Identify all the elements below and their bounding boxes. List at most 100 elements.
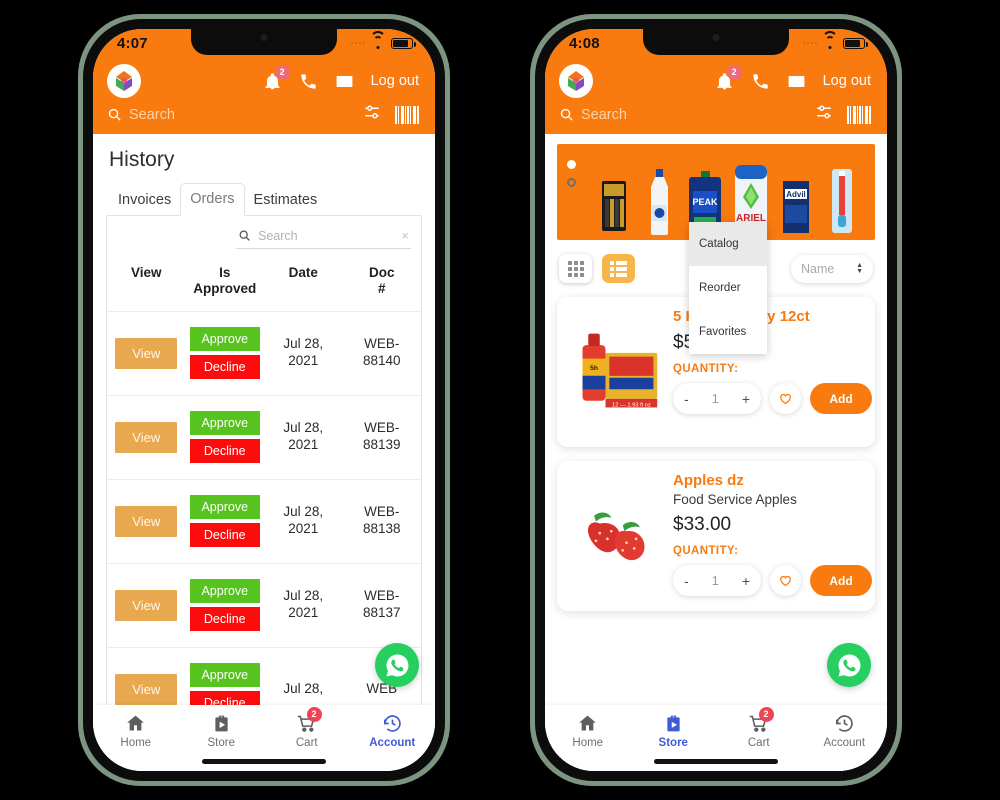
- dropdown-item-favorites[interactable]: Favorites: [689, 310, 767, 354]
- notch-right: [643, 29, 789, 55]
- increment-button[interactable]: +: [742, 391, 750, 407]
- view-button[interactable]: View: [115, 589, 178, 621]
- add-to-cart-button[interactable]: Add: [810, 565, 872, 596]
- screenshot-stage: 4:07 2 Log out Search History Invoices O…: [0, 0, 1000, 800]
- logout-button[interactable]: Log out: [371, 73, 419, 89]
- app-logo-icon[interactable]: [559, 64, 593, 98]
- decline-button[interactable]: Decline: [189, 355, 260, 380]
- barcode-icon[interactable]: [846, 105, 871, 124]
- view-button[interactable]: View: [115, 337, 178, 369]
- view-button[interactable]: View: [115, 421, 178, 453]
- heart-icon[interactable]: [770, 383, 801, 414]
- table-body: View Approve Decline Jul 28, 2021 WEB- 88140 Vi…: [107, 312, 421, 732]
- date-text: Jul 28, 2021: [283, 420, 324, 453]
- quantity-stepper[interactable]: - 1 +: [673, 383, 761, 414]
- home-icon: [579, 715, 597, 731]
- status-clock: 4:07: [117, 34, 148, 52]
- decline-button[interactable]: Decline: [189, 439, 260, 464]
- battery-icon: [391, 37, 416, 49]
- table-search-row: Search ×: [107, 216, 421, 249]
- approve-button[interactable]: Approve: [189, 327, 260, 352]
- banner-bullet-1[interactable]: [567, 160, 576, 169]
- svg-text:Advil: Advil: [787, 190, 807, 199]
- approve-button[interactable]: Approve: [189, 495, 260, 520]
- phone-screen-left: 4:07 2 Log out Search History Invoices O…: [93, 29, 435, 771]
- quantity-stepper[interactable]: - 1 +: [673, 565, 761, 596]
- tabbar-item-store[interactable]: Store: [179, 713, 265, 749]
- tabbar-label-account: Account: [369, 737, 416, 749]
- sliders-icon[interactable]: [362, 103, 382, 126]
- barcode-icon[interactable]: [394, 105, 419, 124]
- phone-icon[interactable]: [751, 72, 770, 91]
- logout-button[interactable]: Log out: [823, 73, 871, 89]
- cell-date: Jul 28, 2021: [264, 588, 343, 622]
- clear-search-icon[interactable]: ×: [401, 228, 409, 243]
- increment-button[interactable]: +: [742, 573, 750, 589]
- approve-button[interactable]: Approve: [189, 411, 260, 436]
- approve-button[interactable]: Approve: [189, 663, 260, 688]
- store-icon: [667, 715, 680, 732]
- heart-icon[interactable]: [770, 565, 801, 596]
- signal-icon: [350, 41, 365, 45]
- phone-bezel-left: 4:07 2 Log out Search History Invoices O…: [83, 19, 445, 781]
- orders-table: Search × View Is Approved Date Doc # Vie…: [106, 215, 422, 733]
- tab-invoices[interactable]: Invoices: [109, 185, 180, 216]
- cell-view: View: [107, 337, 186, 369]
- banner-pagination[interactable]: [567, 160, 576, 196]
- tabbar-item-account[interactable]: Account: [350, 713, 436, 749]
- header-search-placeholder: Search: [581, 106, 627, 123]
- app-logo-icon[interactable]: [107, 64, 141, 98]
- decline-button[interactable]: Decline: [189, 523, 260, 548]
- signal-icon: [802, 41, 817, 45]
- dropdown-item-catalog[interactable]: Catalog: [689, 222, 767, 266]
- product-card[interactable]: Apples dz Food Service Apples $33.00 QUA…: [557, 461, 875, 611]
- mail-icon[interactable]: [787, 72, 806, 91]
- header-search-input[interactable]: Search: [559, 107, 627, 123]
- add-to-cart-button[interactable]: Add: [810, 383, 872, 414]
- tab-estimates[interactable]: Estimates: [245, 185, 327, 216]
- tabbar-item-home[interactable]: Home: [93, 713, 179, 749]
- decline-button[interactable]: Decline: [189, 607, 260, 632]
- catalog-dropdown-menu[interactable]: Catalog Reorder Favorites: [689, 222, 767, 354]
- col-approved-line2: Approved: [193, 280, 257, 296]
- list-view-icon[interactable]: [602, 254, 635, 283]
- bell-badge: 2: [726, 64, 742, 80]
- bell-icon[interactable]: 2: [263, 64, 290, 91]
- home-indicator: [202, 759, 326, 764]
- bell-icon[interactable]: 2: [715, 64, 742, 91]
- cell-is-approved: Approve Decline: [186, 327, 265, 380]
- search-icon: [108, 108, 121, 121]
- whatsapp-icon[interactable]: [827, 643, 871, 687]
- whatsapp-icon[interactable]: [375, 643, 419, 687]
- table-search-input[interactable]: Search ×: [236, 228, 411, 249]
- dropdown-item-reorder[interactable]: Reorder: [689, 266, 767, 310]
- tabbar-item-cart[interactable]: 2 Cart: [264, 707, 350, 749]
- tabbar-label-cart: Cart: [747, 737, 770, 749]
- tabbar-item-store[interactable]: Store: [631, 713, 717, 749]
- sliders-icon[interactable]: [814, 103, 834, 126]
- mail-icon[interactable]: [335, 72, 354, 91]
- sort-select[interactable]: Name ▲ ▼: [791, 254, 873, 283]
- banner-bullet-2[interactable]: [567, 178, 576, 187]
- approve-button[interactable]: Approve: [189, 579, 260, 604]
- tabbar-item-cart[interactable]: 2 Cart: [716, 707, 802, 749]
- tabbar-item-account[interactable]: Account: [802, 713, 888, 749]
- doc-text: WEB- 88137: [362, 588, 401, 621]
- grid-view-icon[interactable]: [559, 254, 592, 283]
- cell-date: Jul 28, 2021: [264, 420, 343, 454]
- notch-camera-icon: [712, 34, 720, 41]
- tabbar-item-home[interactable]: Home: [545, 713, 631, 749]
- history-tabs: Invoices Orders Estimates: [93, 182, 435, 216]
- tab-orders[interactable]: Orders: [180, 183, 245, 216]
- product-actions: - 1 + Add: [673, 383, 872, 414]
- product-description: Food Service Apples: [673, 492, 797, 507]
- tabbar-label-store: Store: [658, 737, 688, 749]
- date-text: Jul 28, 2021: [283, 588, 324, 621]
- view-button[interactable]: View: [115, 673, 178, 705]
- view-button[interactable]: View: [115, 505, 178, 537]
- banner-product-advil: Advil: [778, 179, 814, 235]
- phone-icon[interactable]: [299, 72, 318, 91]
- header-search-input[interactable]: Search: [107, 107, 175, 123]
- notch-camera-icon: [260, 34, 268, 41]
- column-header-view: View: [130, 265, 162, 280]
